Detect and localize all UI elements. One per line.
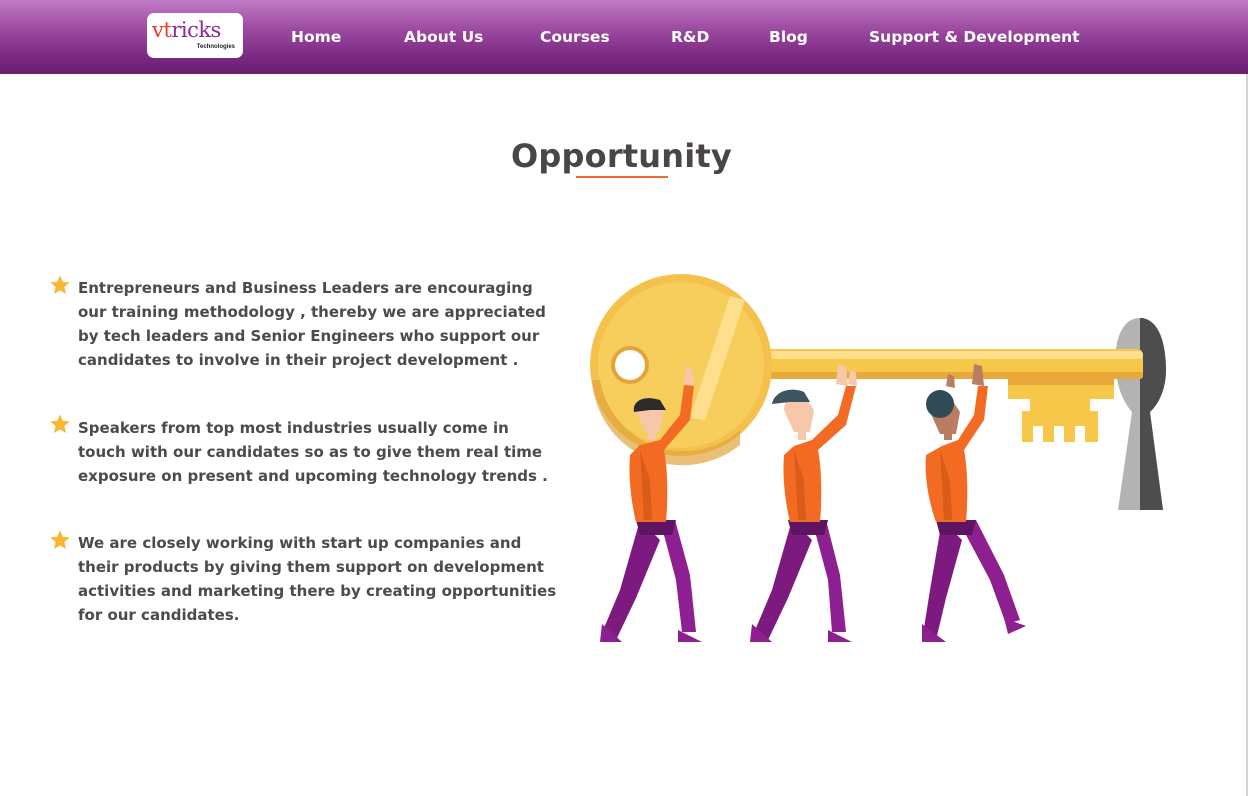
opportunity-text-3: We are closely working with start up com… <box>78 534 557 624</box>
star-icon <box>50 530 70 549</box>
nav-rnd[interactable]: R&D <box>671 26 709 48</box>
opportunity-text-2: Speakers from top most industries usuall… <box>78 419 548 485</box>
star-icon <box>50 414 70 433</box>
person-2 <box>750 364 857 642</box>
nav-support-development[interactable]: Support & Development <box>869 26 1080 48</box>
star-icon <box>50 275 70 294</box>
top-navbar: vtricks Technologies Home About Us Cours… <box>0 0 1248 74</box>
people-carrying-key-illustration <box>590 274 1166 642</box>
brand-logo[interactable]: vtricks Technologies <box>147 13 243 58</box>
person-3 <box>922 364 1026 642</box>
nav-home[interactable]: Home <box>291 26 341 48</box>
nav-courses[interactable]: Courses <box>540 26 610 48</box>
section-title: Opportunity <box>511 137 732 175</box>
title-underline <box>576 176 668 178</box>
keyhole-shape <box>1115 318 1166 510</box>
nav-blog[interactable]: Blog <box>769 26 808 48</box>
opportunity-text-1: Entrepreneurs and Business Leaders are e… <box>78 279 546 369</box>
nav-about-us[interactable]: About Us <box>404 26 483 48</box>
logo-wordmark: vtricks <box>152 18 221 42</box>
logo-subtitle: Technologies <box>196 44 235 50</box>
